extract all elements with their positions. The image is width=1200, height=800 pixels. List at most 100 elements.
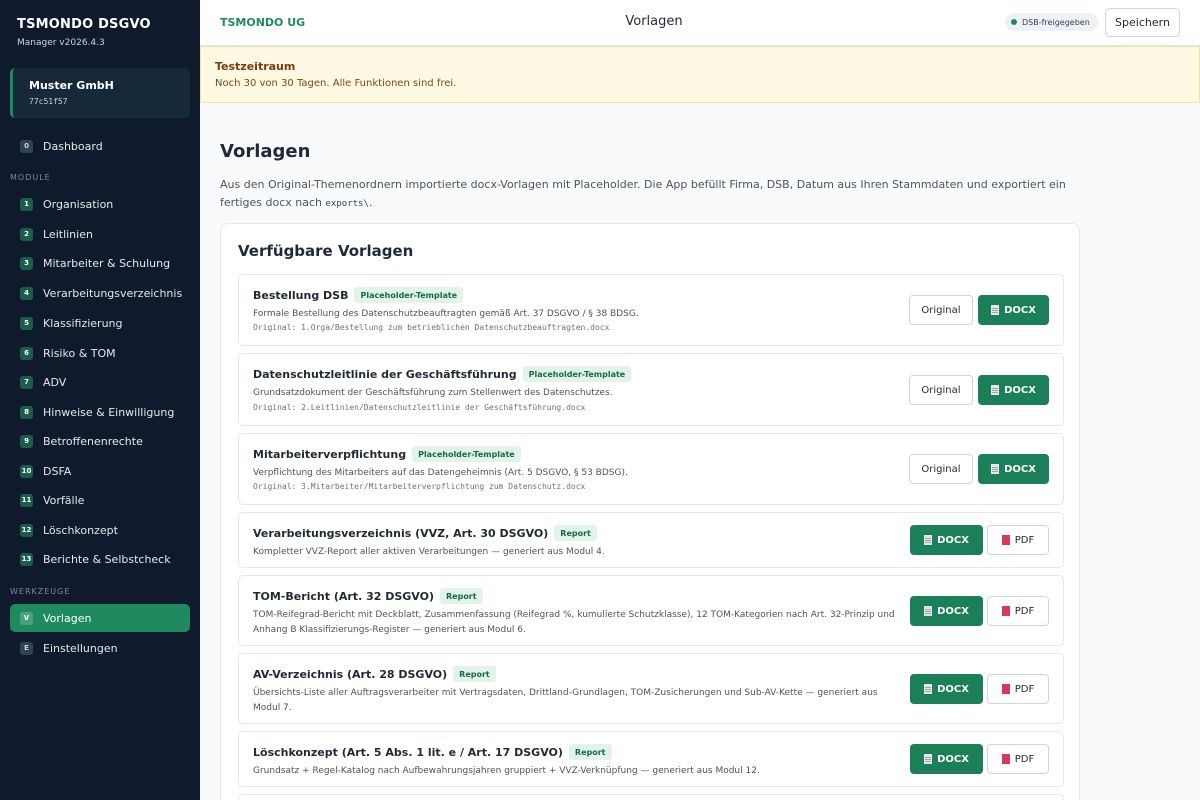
nav-badge: 10 [20,464,33,478]
template-tag: Placeholder-Template [412,446,521,462]
nav-badge: 4 [20,286,33,300]
template-item: Löschkonzept (Art. 5 Abs. 1 lit. e / Art… [238,731,1064,787]
sidebar-item-label: Vorlagen [43,611,92,625]
top-header: TSMONDO UG Vorlagen DSB-freigegeben Spei… [200,0,1200,46]
docx-button-label: DOCX [1004,463,1036,475]
app-name: TSMONDO DSGVO [17,17,151,32]
sidebar-item-organisation[interactable]: 1 Organisation [10,190,190,218]
sidebar-item-vorfaelle[interactable]: 11 Vorfälle [10,486,190,514]
sidebar-item-adv[interactable]: 7 ADV [10,368,190,396]
template-description: Grundsatzdokument der Geschäftsführung z… [253,388,613,398]
nav-badge: 2 [20,227,33,241]
docx-button[interactable]: DOCX [978,375,1049,405]
card-title: Verfügbare Vorlagen [238,242,414,260]
nav-badge: 8 [20,405,33,419]
template-tag: Placeholder-Template [522,366,632,382]
sidebar-item-klassifizierung[interactable]: 5 Klassifizierung [10,309,190,337]
docx-button-label: DOCX [937,683,969,695]
sidebar-item-vorlagen[interactable]: V Vorlagen [10,604,190,632]
template-tag: Placeholder-Template [354,287,464,303]
template-description: Kompletter VVZ-Report aller aktiven Vera… [253,547,605,557]
docx-button[interactable]: DOCX [910,744,983,774]
sidebar-item-dashboard[interactable]: 0 Dashboard [10,132,190,160]
sidebar-item-label: Hinweise & Einwilligung [43,405,175,419]
sidebar-item-berichte[interactable]: 13 Berichte & Selbstcheck [10,545,190,573]
status-badge: DSB-freigegeben [1005,13,1098,31]
sidebar-item-verarbeitungsverzeichnis[interactable]: 4 Verarbeitungsverzeichnis [10,279,190,307]
nav-badge: 3 [20,256,33,270]
pdf-button[interactable]: PDF [987,596,1049,626]
section-label-werkzeuge: WERKZEUGE [10,587,71,596]
template-tag: Report [453,666,496,682]
template-title: Löschkonzept (Art. 5 Abs. 1 lit. e / Art… [253,745,563,759]
pdf-button-label: PDF [1014,605,1035,617]
original-button[interactable]: Original [909,375,973,405]
pdf-button-label: PDF [1014,534,1035,546]
original-button[interactable]: Original [909,454,973,484]
docx-button[interactable]: DOCX [910,674,983,704]
save-button[interactable]: Speichern [1105,8,1180,37]
sidebar-item-risiko-tom[interactable]: 6 Risiko & TOM [10,339,190,367]
template-item: Mitarbeiterverpflichtung Placeholder-Tem… [238,433,1064,505]
docx-button-label: DOCX [1004,304,1036,316]
sidebar-item-label: DSFA [43,464,72,478]
pdf-button[interactable]: PDF [987,744,1049,774]
docx-button[interactable]: DOCX [910,596,983,626]
status-dot-icon [1011,19,1017,25]
company-id: 77c51f57 [29,97,68,106]
nav-badge: 13 [20,552,33,566]
sidebar-item-betroffenenrechte[interactable]: 9 Betroffenenrechte [10,427,190,455]
docx-button[interactable]: DOCX [910,525,983,555]
pdf-button-label: PDF [1014,683,1035,695]
template-item: Verarbeitungsverzeichnis (VVZ, Art. 30 D… [238,512,1064,568]
sidebar-item-label: Dashboard [43,139,103,153]
sidebar: TSMONDO DSGVO Manager v2026.4.3 Muster G… [0,0,200,800]
section-label-module: MODULE [10,173,51,182]
nav-badge: V [20,611,33,625]
template-title: TOM-Bericht (Art. 32 DSGVO) [253,589,434,603]
docx-button[interactable]: DOCX [978,454,1049,484]
template-description: Verpflichtung des Mitarbeiters auf das D… [253,468,628,478]
pdf-button[interactable]: PDF [987,525,1049,555]
template-original-path: Original: 2.Leitlinien/Datenschutzleitli… [253,403,586,412]
sidebar-item-mitarbeiter[interactable]: 3 Mitarbeiter & Schulung [10,249,190,277]
docx-button-label: DOCX [1004,384,1036,396]
sidebar-item-label: Verarbeitungsverzeichnis [43,286,183,300]
trial-title: Testzeitraum [215,60,296,73]
document-icon [991,464,1000,474]
template-title: Bestellung DSB [253,288,349,302]
template-description: Übersichts-Liste aller Auftragsverarbeit… [253,688,878,713]
document-icon [924,535,933,545]
sidebar-item-hinweise[interactable]: 8 Hinweise & Einwilligung [10,398,190,426]
docx-button-label: DOCX [937,605,969,617]
exports-path: exports\ [325,199,369,209]
sidebar-item-einstellungen[interactable]: E Einstellungen [10,634,190,662]
nav-badge: 12 [20,523,33,537]
document-icon [924,606,933,616]
sidebar-item-label: Klassifizierung [43,316,123,330]
status-badge-label: DSB-freigegeben [1022,17,1090,27]
page-description: Aus den Original-Themenordnern importier… [220,176,1090,213]
sidebar-item-dsfa[interactable]: 10 DSFA [10,457,190,485]
template-description: Formale Bestellung des Datenschutzbeauft… [253,309,639,319]
document-icon [991,385,1000,395]
page-description-end: . [368,196,373,209]
template-item: Bestellung DSB Placeholder-Template Form… [238,274,1064,346]
trial-text: Noch 30 von 30 Tagen. Alle Funktionen si… [215,78,457,89]
template-tag: Report [440,588,483,604]
template-description: TOM-Reifegrad-Bericht mit Deckblatt, Zus… [253,610,895,635]
templates-card: Verfügbare Vorlagen Bestellung DSB Place… [220,223,1080,800]
pdf-button[interactable]: PDF [987,674,1049,704]
company-selector[interactable]: Muster GmbH 77c51f57 [10,68,190,118]
pdf-button-label: PDF [1014,753,1035,765]
sidebar-item-leitlinien[interactable]: 2 Leitlinien [10,220,190,248]
nav-badge: 5 [20,316,33,330]
template-tag: Report [554,525,597,541]
original-button[interactable]: Original [909,295,973,325]
sidebar-item-label: Berichte & Selbstcheck [43,552,171,566]
sidebar-item-label: Mitarbeiter & Schulung [43,256,171,270]
sidebar-item-loeschkonzept[interactable]: 12 Löschkonzept [10,516,190,544]
template-title: AV-Verzeichnis (Art. 28 DSGVO) [253,667,448,681]
template-description: Grundsatz + Regel-Katalog nach Aufbewahr… [253,766,760,776]
docx-button[interactable]: DOCX [978,295,1049,325]
